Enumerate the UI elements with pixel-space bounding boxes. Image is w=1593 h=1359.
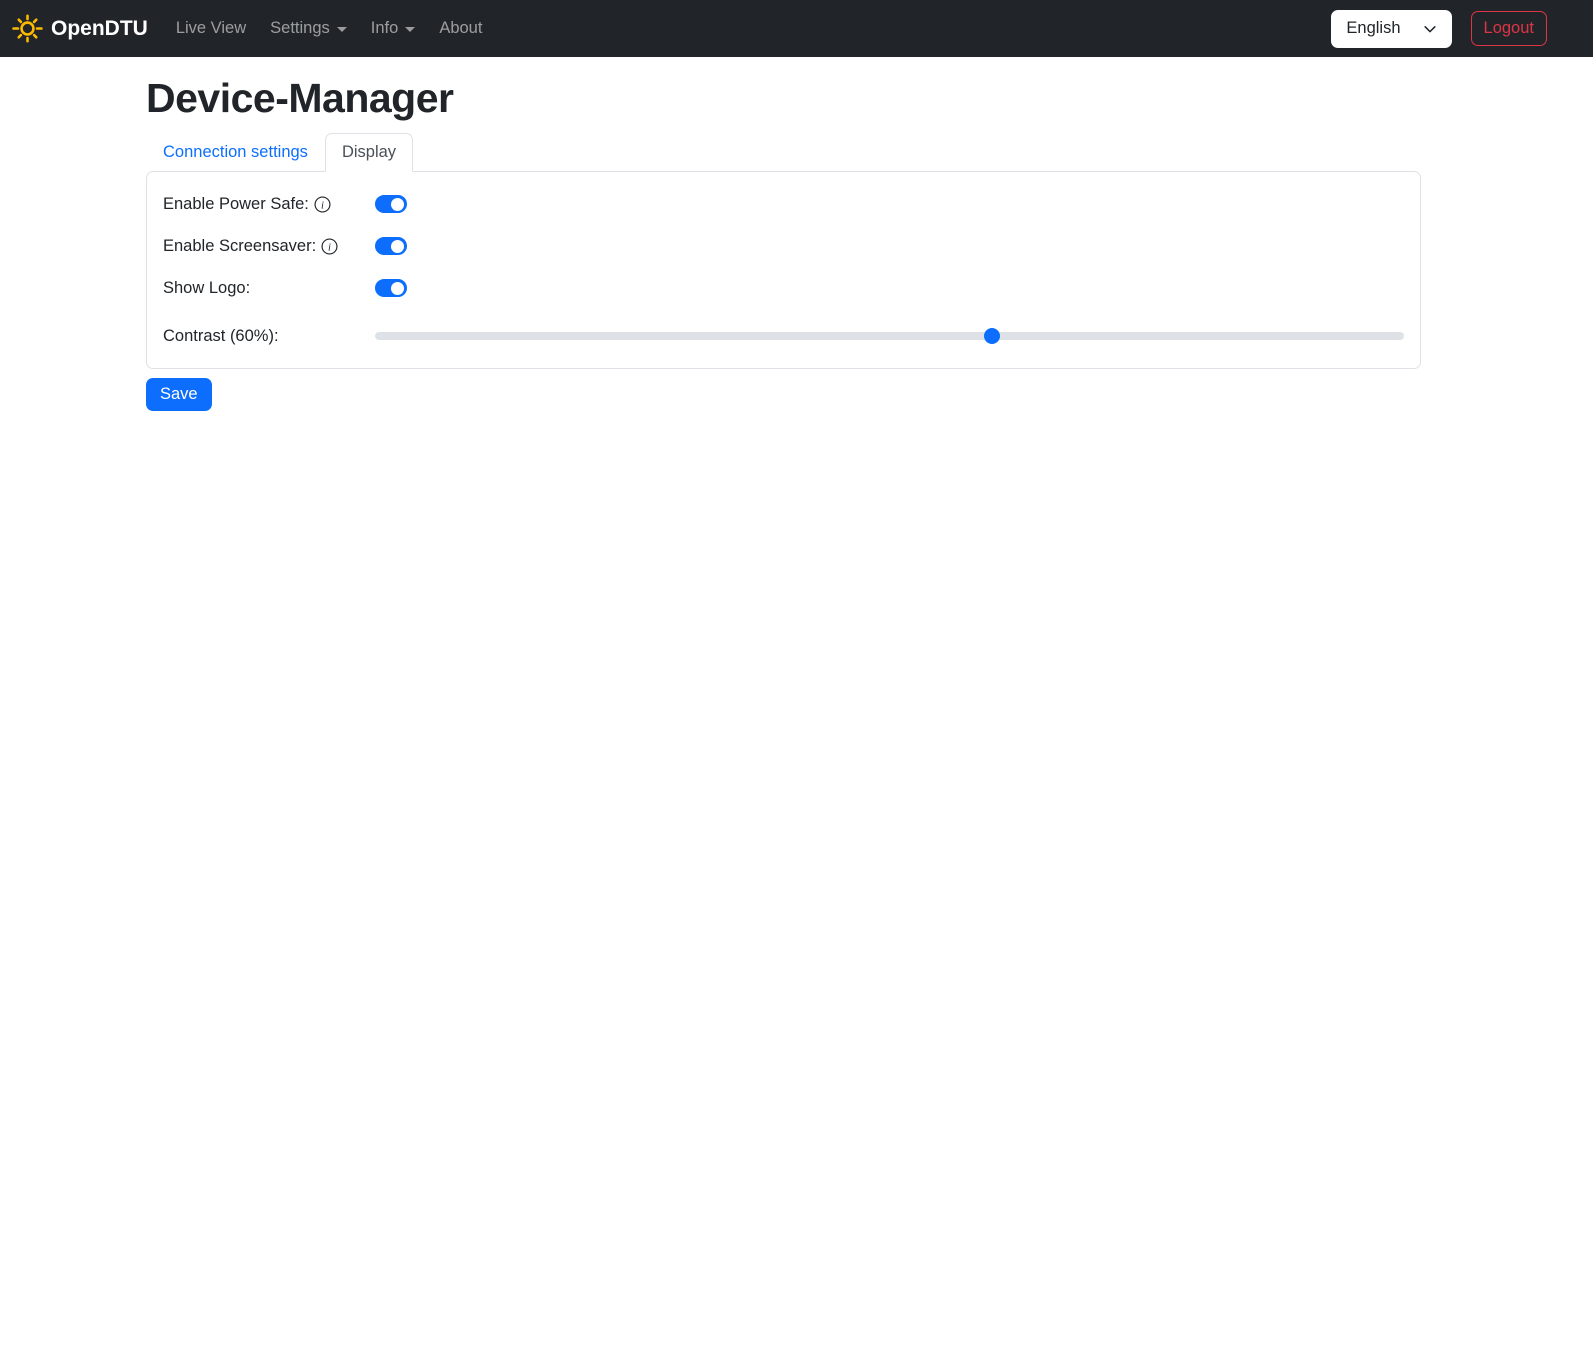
- contrast-slider[interactable]: [375, 328, 1404, 344]
- field-label-text: Enable Power Safe:: [163, 194, 309, 213]
- page-title: Device-Manager: [146, 75, 454, 121]
- screensaver-toggle[interactable]: [375, 237, 407, 255]
- brand-label: OpenDTU: [51, 16, 148, 40]
- contrast-slider-thumb[interactable]: [984, 328, 1001, 344]
- tab-connection-settings[interactable]: Connection settings: [146, 133, 325, 172]
- toggle-knob: [391, 197, 404, 211]
- nav-item-label: About: [439, 19, 483, 37]
- field-label: Contrast (60%):: [163, 327, 375, 346]
- field-label: Show Logo:: [163, 279, 375, 298]
- chevron-down-icon: [1423, 22, 1437, 36]
- toggle-knob: [391, 281, 404, 295]
- brand-link[interactable]: OpenDTU: [12, 13, 148, 44]
- slider-track[interactable]: [375, 332, 1404, 340]
- navbar-right: English Logout: [1331, 9, 1547, 48]
- nav-item-settings[interactable]: Settings: [262, 11, 355, 46]
- top-navbar: OpenDTU Live View Settings Info About En…: [0, 0, 1593, 57]
- language-select[interactable]: English: [1331, 9, 1452, 48]
- save-button[interactable]: Save: [146, 378, 212, 411]
- chevron-down-icon: [336, 27, 347, 32]
- nav-links: Live View Settings Info About: [164, 11, 495, 46]
- form-row-show-logo: Show Logo:: [163, 276, 1404, 300]
- svg-text:i: i: [328, 242, 331, 253]
- info-circle-icon[interactable]: i: [314, 196, 331, 213]
- form-row-enable-power-safe: Enable Power Safe: i: [163, 192, 1404, 216]
- form-row-enable-screensaver: Enable Screensaver: i: [163, 234, 1404, 258]
- tab-bar: Connection settings Display: [146, 133, 1421, 172]
- navbar-left: OpenDTU Live View Settings Info About: [12, 11, 494, 46]
- display-settings-card: Enable Power Safe: i Enable Screensaver:: [146, 171, 1421, 369]
- field-control: [375, 237, 1404, 255]
- field-label-text: Show Logo:: [163, 278, 251, 297]
- field-label-text: Enable Screensaver:: [163, 236, 317, 255]
- field-control: [375, 195, 1404, 213]
- logout-button[interactable]: Logout: [1470, 11, 1547, 46]
- sun-logo-icon: [12, 13, 43, 44]
- power-safe-toggle[interactable]: [375, 195, 407, 213]
- show-logo-toggle[interactable]: [375, 279, 407, 297]
- info-circle-icon[interactable]: i: [321, 238, 338, 255]
- tab-display[interactable]: Display: [324, 133, 414, 172]
- field-label: Enable Screensaver: i: [163, 237, 375, 256]
- nav-item-label: Settings: [270, 19, 330, 37]
- field-control: [375, 279, 1404, 297]
- nav-item-about[interactable]: About: [431, 11, 490, 46]
- form-row-contrast: Contrast (60%):: [163, 324, 1404, 348]
- main-content: Device-Manager Connection settings Displ…: [146, 75, 1421, 411]
- nav-item-label: Info: [370, 19, 399, 37]
- nav-item-info[interactable]: Info: [363, 11, 424, 46]
- field-label: Enable Power Safe: i: [163, 195, 375, 214]
- nav-item-live-view[interactable]: Live View: [168, 11, 254, 46]
- toggle-knob: [391, 239, 404, 253]
- chevron-down-icon: [405, 27, 416, 32]
- nav-item-label: Live View: [175, 19, 247, 37]
- language-selected-value: English: [1346, 19, 1401, 37]
- field-control: [375, 328, 1404, 344]
- svg-text:i: i: [321, 200, 324, 211]
- field-label-text: Contrast (60%):: [163, 326, 279, 345]
